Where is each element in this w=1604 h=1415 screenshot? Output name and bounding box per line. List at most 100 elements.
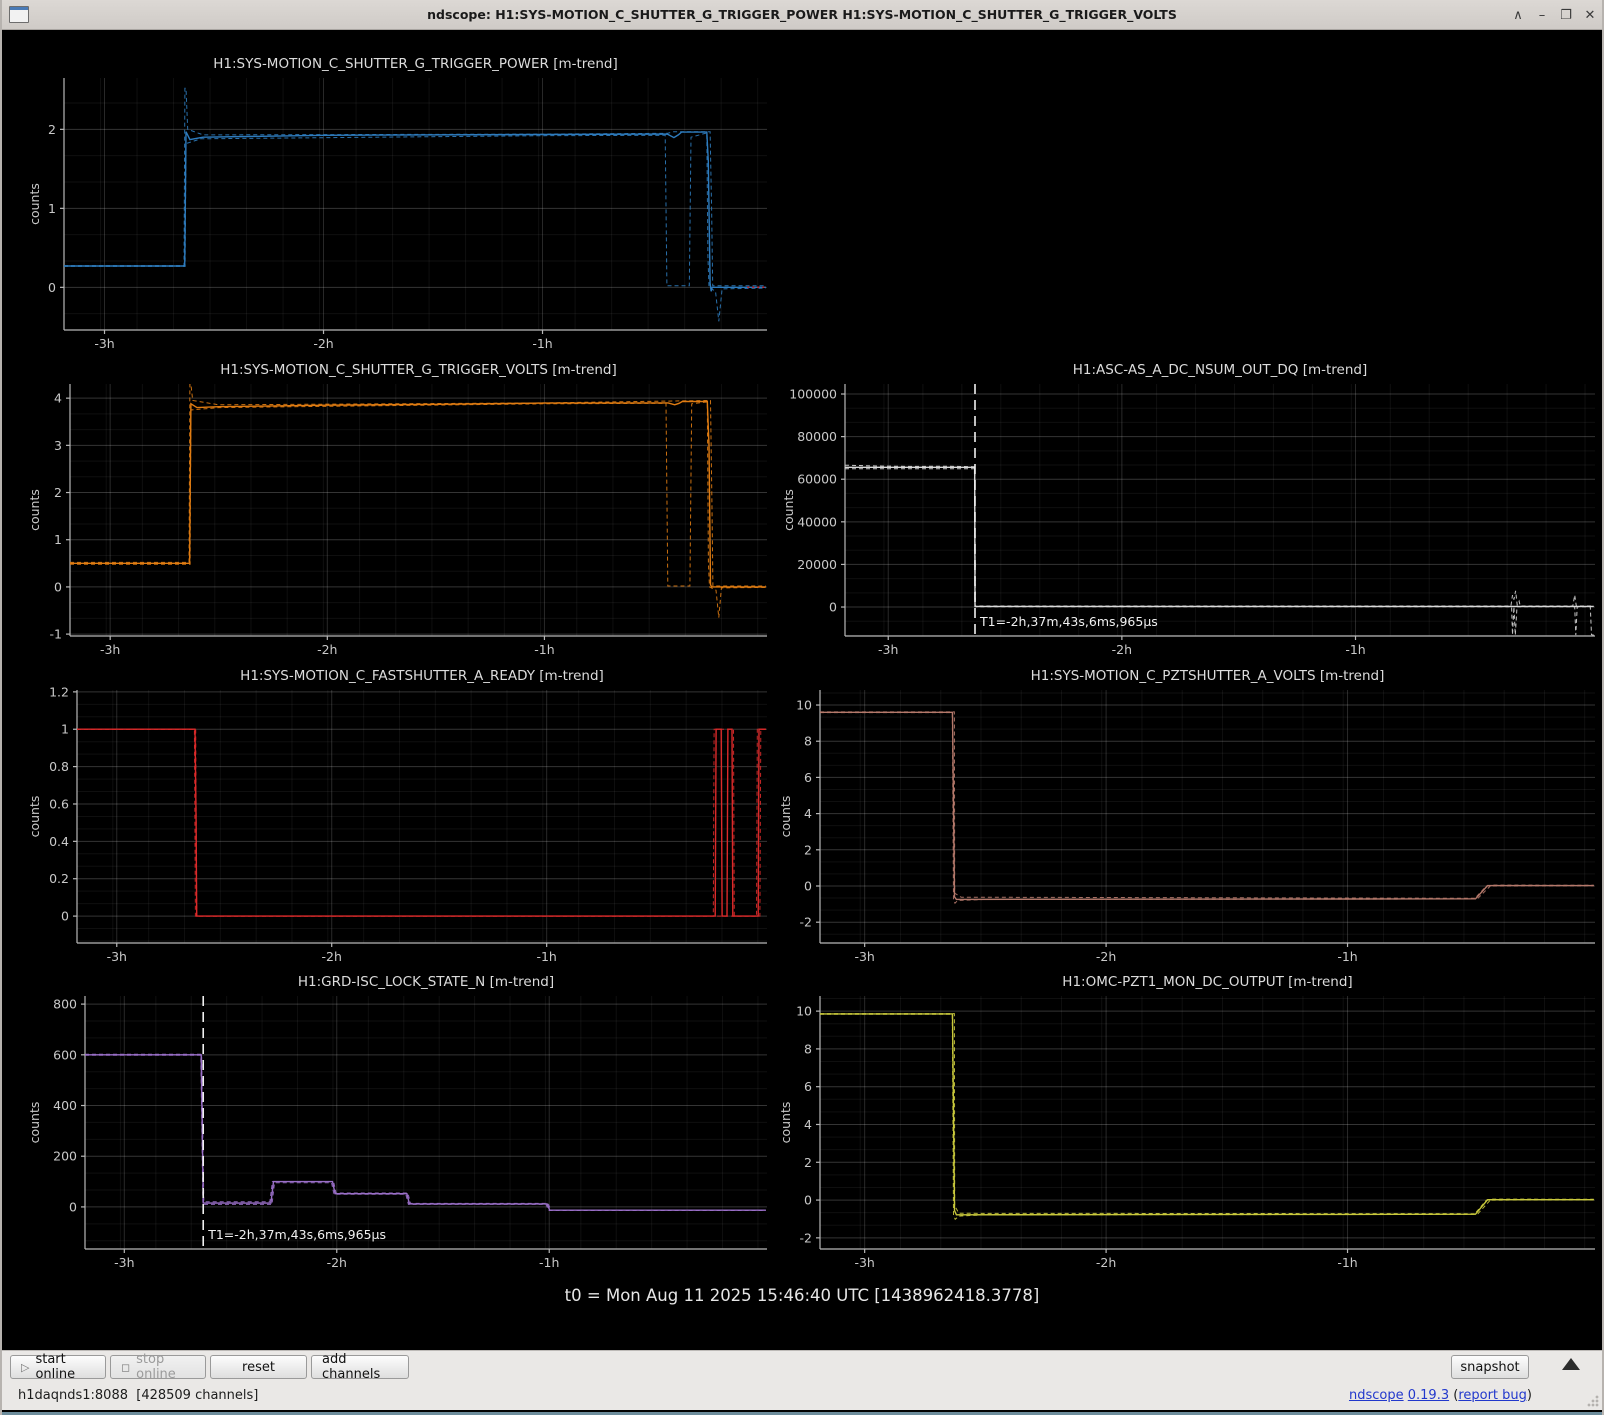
y-tick-label: 2 — [804, 1155, 812, 1170]
plot-grd-isc-lock-state[interactable]: 0200400600800-3h-2h-1hH1:GRD-ISC_LOCK_ST… — [27, 974, 767, 1270]
minimize-button[interactable]: – — [1530, 0, 1554, 30]
plot-asc-nsum[interactable]: 020000400006000080000100000-3h-2h-1hH1:A… — [781, 362, 1595, 657]
y-tick-label: 4 — [804, 1117, 812, 1132]
stop-icon: ◻ — [121, 1361, 130, 1374]
x-tick-label: -3h — [854, 949, 874, 964]
y-tick-label: 100000 — [789, 387, 837, 402]
max-trace — [85, 1054, 766, 1210]
bottom-toolbar: ▷ start online ◻ stop online reset add c… — [2, 1350, 1602, 1382]
about-links: ndscope 0.19.3 (report bug) — [1349, 1388, 1532, 1403]
y-tick-label: 4 — [54, 391, 62, 406]
resize-grip[interactable] — [1587, 1395, 1599, 1407]
x-tick-label: -3h — [94, 336, 114, 351]
t1-cursor-label: T1=-2h,37m,43s,6ms,965µs — [979, 614, 1158, 629]
y-tick-label: 8 — [804, 734, 812, 749]
plot-title: H1:SYS-MOTION_C_PZTSHUTTER_A_VOLTS [m-tr… — [1031, 668, 1385, 684]
plot-grid[interactable]: 0 1 2 -3h -2h -1h H1:SYS-MOTION_C_SHUTTER_G_TR… — [2, 30, 1602, 1350]
y-tick-label: 0.6 — [49, 796, 69, 811]
paren-open: ( — [1449, 1388, 1458, 1403]
plot-pztshutter-volts[interactable]: -20246810-3h-2h-1hH1:SYS-MOTION_C_PZTSHU… — [778, 668, 1595, 964]
mean-trace — [845, 467, 1594, 606]
x-tick-label: -1h — [1345, 642, 1365, 657]
y-axis-label: counts — [781, 489, 796, 531]
y-tick-label: 60000 — [797, 472, 837, 487]
report-bug-link[interactable]: report bug — [1458, 1388, 1527, 1403]
y-axis-label: counts — [778, 796, 793, 838]
y-tick-label: 0.4 — [49, 834, 69, 849]
mean-trace — [820, 712, 1594, 899]
y-tick-label: 0 — [804, 1193, 812, 1208]
plot-fastshutter-ready[interactable]: 00.20.40.60.811.2-3h-2h-1hH1:SYS-MOTION_… — [27, 668, 767, 964]
title-bar[interactable]: ndscope: H1:SYS-MOTION_C_SHUTTER_G_TRIGG… — [2, 0, 1602, 30]
min-trace — [64, 133, 766, 321]
status-bar: h1daqnds1:8088 [428509 channels] ndscope… — [2, 1382, 1602, 1410]
y-tick-label: 1.2 — [49, 684, 69, 699]
version-link[interactable]: 0.19.3 — [1408, 1388, 1449, 1403]
max-trace — [64, 88, 766, 285]
max-trace — [820, 1014, 1594, 1214]
window-icon — [9, 6, 29, 23]
y-tick-label: 600 — [53, 1047, 77, 1062]
start-online-button[interactable]: ▷ start online — [10, 1355, 106, 1379]
t0-timestamp: t0 = Mon Aug 11 2025 15:46:40 UTC [14389… — [2, 1286, 1602, 1305]
x-tick-label: -3h — [107, 949, 127, 964]
x-tick-label: -3h — [114, 1255, 134, 1270]
y-axis-label: counts — [27, 183, 42, 225]
reset-button[interactable]: reset — [210, 1355, 307, 1379]
y-axis-label: counts — [27, 1102, 42, 1144]
x-tick-label: -2h — [327, 1255, 347, 1270]
y-tick-label: 1 — [61, 722, 69, 737]
min-trace — [77, 729, 766, 916]
paren-close: ) — [1527, 1388, 1532, 1403]
y-tick-label: 1 — [54, 532, 62, 547]
mean-trace — [77, 729, 766, 916]
y-tick-label: 20000 — [797, 557, 837, 572]
y-tick-label: 10 — [796, 698, 812, 713]
y-tick-label: 200 — [53, 1149, 77, 1164]
min-trace — [70, 402, 766, 618]
y-tick-label: 6 — [804, 770, 812, 785]
y-tick-label: -1 — [50, 627, 62, 642]
y-tick-label: 0 — [804, 878, 812, 893]
x-tick-label: -3h — [854, 1255, 874, 1270]
t1-cursor-label: T1=-2h,37m,43s,6ms,965µs — [207, 1227, 386, 1242]
mean-trace — [820, 1014, 1594, 1215]
y-tick-label: -2 — [800, 915, 812, 930]
x-tick-label: -2h — [322, 949, 342, 964]
stop-online-button[interactable]: ◻ stop online — [110, 1355, 206, 1379]
ndscope-window: ndscope: H1:SYS-MOTION_C_SHUTTER_G_TRIGG… — [0, 0, 1604, 1415]
ndscope-link[interactable]: ndscope — [1349, 1388, 1404, 1403]
x-tick-label: -2h — [1096, 1255, 1116, 1270]
y-axis-label: counts — [27, 796, 42, 838]
add-channels-button[interactable]: add channels — [311, 1355, 409, 1379]
x-tick-label: -1h — [539, 1255, 559, 1270]
snapshot-label: snapshot — [1460, 1360, 1519, 1375]
plot-title: H1:SYS-MOTION_C_SHUTTER_G_TRIGGER_POWER … — [213, 56, 617, 72]
y-tick-label: 0.8 — [49, 759, 69, 774]
shade-button[interactable]: ∧ — [1506, 0, 1530, 30]
y-tick-label: 40000 — [797, 514, 837, 529]
plot-trigger-power[interactable]: 012-3h-2h-1hH1:SYS-MOTION_C_SHUTTER_G_TR… — [27, 56, 767, 351]
add-channels-label: add channels — [322, 1352, 398, 1382]
close-button[interactable]: ✕ — [1578, 0, 1602, 30]
y-tick-label: 0 — [829, 600, 837, 615]
plots-canvas[interactable]: 0 1 2 -3h -2h -1h H1:SYS-MOTION_C_SHUTTER_G_TR… — [2, 30, 1602, 1350]
plot-title: H1:SYS-MOTION_C_FASTSHUTTER_A_READY [m-t… — [240, 668, 604, 684]
plot-trigger-volts[interactable]: -101234-3h-2h-1hH1:SYS-MOTION_C_SHUTTER_… — [27, 362, 767, 657]
y-tick-label: 2 — [804, 842, 812, 857]
start-online-label: start online — [35, 1352, 95, 1382]
x-tick-label: -1h — [1337, 949, 1357, 964]
expand-panel-arrow[interactable] — [1562, 1358, 1580, 1370]
plot-omc-pzt1[interactable]: -20246810-3h-2h-1hH1:OMC-PZT1_MON_DC_OUT… — [778, 974, 1595, 1270]
plot-title: H1:OMC-PZT1_MON_DC_OUTPUT [m-trend] — [1062, 974, 1352, 990]
snapshot-button[interactable]: snapshot — [1451, 1355, 1529, 1379]
y-tick-label: 0 — [61, 909, 69, 924]
max-trace — [820, 712, 1594, 898]
plot-title: H1:GRD-ISC_LOCK_STATE_N [m-trend] — [298, 974, 554, 990]
plot-title: H1:ASC-AS_A_DC_NSUM_OUT_DQ [m-trend] — [1073, 362, 1368, 378]
maximize-button[interactable]: ❐ — [1554, 0, 1578, 30]
y-tick-label: 0.2 — [49, 871, 69, 886]
x-tick-label: -1h — [532, 336, 552, 351]
y-tick-label: 4 — [804, 806, 812, 821]
y-axis-label: counts — [27, 489, 42, 531]
